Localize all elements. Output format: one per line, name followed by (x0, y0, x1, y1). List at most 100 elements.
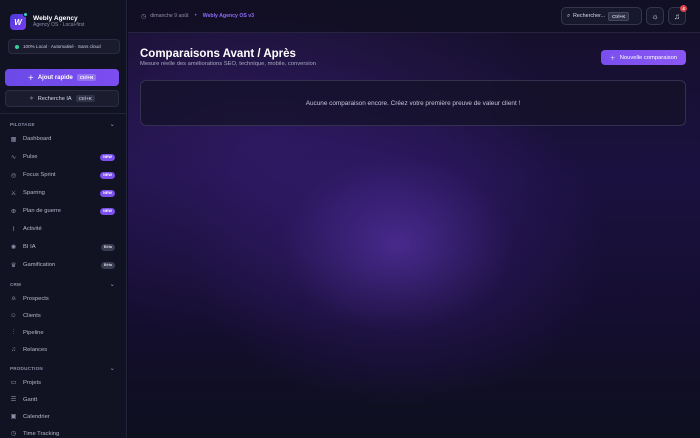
grid-icon: ▦ (10, 135, 17, 143)
sidebar-item-label: Sparring (23, 190, 45, 196)
brand-subtitle: Agency OS · Local-first (33, 21, 85, 28)
sidebar: W Webly Agency Agency OS · Local-first 1… (0, 0, 127, 438)
section-title: PRODUCTION (10, 365, 43, 371)
sidebar-item-pulse[interactable]: ∿ Pulse NEW (0, 148, 126, 166)
logo-letter: W (14, 17, 22, 27)
brand[interactable]: W Webly Agency Agency OS · Local-first (0, 0, 126, 34)
plus-icon: ＋ (27, 76, 34, 82)
sidebar-item-activite[interactable]: ⌇ Activité (0, 220, 126, 238)
sidebar-item-label: Projets (23, 379, 42, 386)
app-version: Webly Agency OS v3 (202, 13, 255, 19)
user-plus-icon: ⍝ (11, 295, 16, 302)
sidebar-item-label: Time Tracking (23, 430, 60, 437)
empty-state-message: Aucune comparaison encore. Créez votre p… (305, 99, 521, 107)
sidebar-item-label: Pipeline (23, 329, 44, 336)
sidebar-item-calendrier[interactable]: ▣ Calendrier (0, 408, 126, 425)
sidebar-item-gamification[interactable]: ♛ Gamification Bêta (0, 256, 126, 274)
sidebar-item-label: Activité (23, 226, 42, 232)
chevron-down-icon: ⌄ (109, 121, 115, 128)
sidebar-item-gantt[interactable]: ☰ Gantt (0, 391, 126, 408)
section-header-crm[interactable]: CRM ⌄ (0, 278, 126, 290)
brand-logo: W (10, 12, 28, 30)
theme-toggle-button[interactable]: ☼ (646, 7, 664, 25)
sidebar-item-focus-sprint[interactable]: ◎ Focus Sprint NEW (0, 166, 126, 184)
brain-icon: ✺ (10, 243, 17, 251)
separator-dot: • (194, 13, 197, 19)
folder-icon: ▭ (10, 379, 17, 386)
beta-badge: Bêta (100, 261, 115, 269)
calendar-icon: ▣ (10, 413, 17, 420)
sidebar-item-label: Prospects (23, 295, 49, 302)
new-badge: NEW (100, 189, 115, 197)
quick-add-shortcut: Ctrl+N (76, 74, 97, 81)
current-date: dimanche 9 août (150, 13, 189, 19)
pulse-icon: ∿ (10, 153, 17, 161)
sidebar-item-label: Dashboard (23, 136, 52, 142)
search-shortcut: Ctrl+K (608, 11, 630, 21)
quick-add-label: Ajout rapide (37, 74, 73, 81)
chevron-down-icon: ⌄ (109, 365, 115, 372)
sun-icon: ☼ (651, 11, 659, 21)
sidebar-item-label: Gantt (23, 396, 38, 403)
search-button[interactable]: ⌕ Rechercher... Ctrl+K (561, 7, 642, 25)
ai-search-button[interactable]: ✧ Recherche IA Ctrl+K (5, 90, 119, 107)
section-title: CRM (10, 281, 22, 287)
new-badge: NEW (100, 153, 115, 161)
sidebar-item-dashboard[interactable]: ▦ Dashboard (0, 130, 126, 148)
clock-icon: ◷ (141, 13, 147, 20)
gantt-icon: ☰ (10, 396, 17, 403)
sidebar-item-label: Focus Sprint (23, 172, 56, 178)
online-dot-icon (15, 44, 19, 49)
sidebar-item-bi-ia[interactable]: ✺ BI IA Bêta (0, 238, 126, 256)
sidebar-item-prospects[interactable]: ⍝ Prospects (0, 290, 126, 307)
trophy-icon: ♛ (10, 261, 17, 269)
sidebar-item-pipeline[interactable]: ⫶ Pipeline (0, 324, 126, 341)
page-title: Comparaisons Avant / Après (140, 48, 296, 60)
sidebar-item-projets[interactable]: ▭ Projets (0, 374, 126, 391)
notifications-button[interactable]: ♫ 4 (668, 5, 687, 25)
ai-search-shortcut: Ctrl+K (75, 95, 95, 102)
activity-icon: ⌇ (11, 225, 16, 233)
sidebar-item-relances[interactable]: ♫ Relances (0, 341, 126, 358)
search-icon: ⌕ (567, 12, 571, 19)
sidebar-item-clients[interactable]: ☺ Clients (0, 307, 126, 324)
sidebar-item-time-tracking[interactable]: ◷ Time Tracking (0, 425, 126, 438)
swords-icon: ⚔ (10, 189, 17, 197)
main-content: ◷ dimanche 9 août • Webly Agency OS v3 ⌕… (128, 0, 700, 438)
quick-add-button[interactable]: ＋ Ajout rapide Ctrl+N (5, 69, 119, 86)
empty-state-card: Aucune comparaison encore. Créez votre p… (140, 80, 686, 126)
sidebar-item-label: Pulse (23, 154, 38, 160)
clock-icon: ◷ (10, 430, 17, 437)
beta-badge: Bêta (100, 243, 115, 251)
target-icon: ◎ (10, 171, 17, 179)
sidebar-item-plan-de-guerre[interactable]: ⊕ Plan de guerre NEW (0, 202, 126, 220)
search-label: Rechercher... (573, 13, 606, 19)
sidebar-item-label: Plan de guerre (23, 208, 62, 214)
users-icon: ☺ (10, 312, 17, 319)
local-status-text: 100% Local · Automatisé · Sans cloud (23, 44, 101, 49)
new-comparison-label: Nouvelle comparaison (619, 54, 678, 61)
sparkle-icon: ✧ (29, 95, 34, 102)
new-comparison-button[interactable]: ＋ Nouvelle comparaison (601, 50, 686, 65)
bell-icon: ♫ (674, 11, 680, 21)
sidebar-item-label: Calendrier (23, 413, 50, 420)
section-header-pilotage[interactable]: PILOTAGE ⌄ (0, 118, 126, 130)
logo-status-dot (23, 12, 28, 17)
local-status-badge: 100% Local · Automatisé · Sans cloud (8, 39, 120, 54)
sidebar-item-label: Gamification (23, 262, 56, 268)
sidebar-divider (0, 113, 126, 114)
bell-icon: ♫ (11, 346, 16, 353)
sidebar-item-label: Clients (23, 312, 41, 319)
pipeline-icon: ⫶ (12, 329, 15, 336)
page-subtitle: Mesure réelle des améliorations SEO, tec… (140, 61, 316, 67)
sidebar-item-label: BI IA (23, 244, 36, 250)
section-header-production[interactable]: PRODUCTION ⌄ (0, 362, 126, 374)
plus-icon: ＋ (609, 56, 616, 62)
new-badge: NEW (100, 171, 115, 179)
new-badge: NEW (100, 207, 115, 215)
chevron-down-icon: ⌄ (109, 281, 115, 288)
notification-count-badge: 4 (680, 5, 687, 12)
sidebar-item-sparring[interactable]: ⚔ Sparring NEW (0, 184, 126, 202)
sidebar-item-label: Relances (23, 346, 48, 353)
crosshair-icon: ⊕ (10, 207, 17, 215)
